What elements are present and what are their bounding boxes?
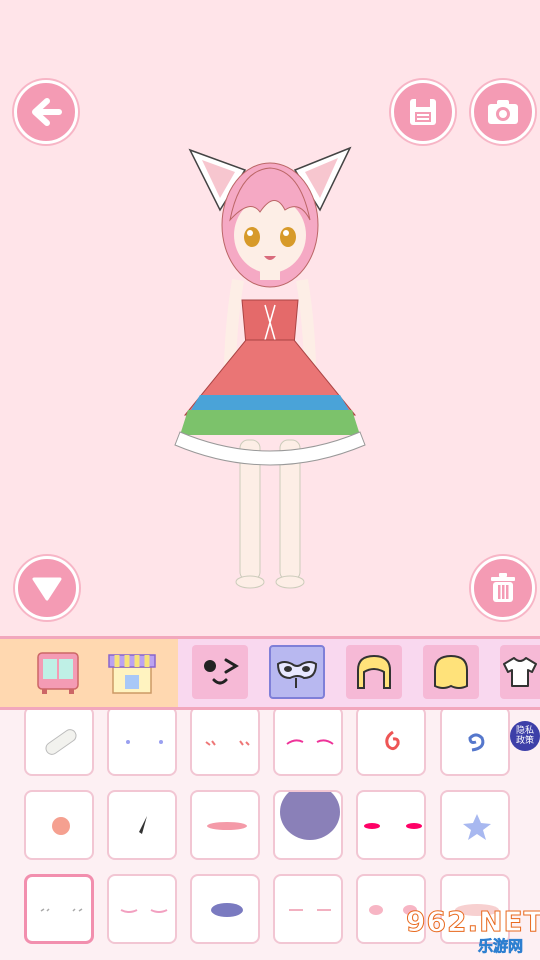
- arrow-left-icon: [32, 98, 62, 126]
- pink-blush-item-icon: [207, 822, 247, 830]
- shop-stall-icon: [108, 654, 156, 694]
- category-back-hair[interactable]: [423, 645, 479, 699]
- watermark-number: 962.NET: [406, 905, 540, 939]
- swirl-red-icon: [385, 730, 400, 751]
- category-area: [178, 639, 540, 707]
- shirt-icon: [503, 657, 537, 687]
- avatar-stage: [0, 0, 540, 636]
- grid-item-peach-dot[interactable]: [24, 790, 94, 860]
- triangle-down-icon: [32, 577, 62, 601]
- save-button[interactable]: [391, 80, 455, 144]
- back-hair-icon: [434, 654, 468, 689]
- bandage-item-icon: [45, 729, 77, 755]
- shop-area: [0, 639, 178, 707]
- swirl-blue-icon: [468, 733, 485, 752]
- grid-item-dark-mark[interactable]: [107, 790, 177, 860]
- faint-lashes-item-icon: [40, 908, 83, 912]
- purple-shadow-item-icon: [280, 792, 340, 840]
- grid-item-light-lines[interactable]: [273, 874, 343, 944]
- category-clothes[interactable]: [500, 645, 540, 699]
- grid-item-swirl-red[interactable]: [356, 710, 426, 776]
- brows-item-icon: [286, 739, 334, 745]
- blush-lines-item-icon: [205, 740, 250, 746]
- camera-button[interactable]: [471, 80, 535, 144]
- blue-blob-item-icon: [211, 903, 243, 917]
- grid-item-brows[interactable]: [273, 710, 343, 776]
- collapse-button[interactable]: [15, 556, 79, 620]
- site-watermark: 962.NET 乐游网: [400, 905, 540, 960]
- grid-item-blue-blob[interactable]: [190, 874, 260, 944]
- grid-item-blush-lines[interactable]: [190, 710, 260, 776]
- front-hair-icon: [357, 654, 391, 689]
- avatar-character: [174, 146, 366, 589]
- mask-icon: [276, 661, 318, 688]
- category-toolbar: [0, 636, 540, 710]
- peach-dot-item-icon: [52, 817, 70, 835]
- grid-item-sparkle-dots[interactable]: [107, 710, 177, 776]
- shop-button[interactable]: [104, 645, 160, 699]
- category-face-expression[interactable]: [192, 645, 248, 699]
- grid-item-faint-lashes[interactable]: [24, 874, 94, 944]
- camera-icon: [488, 100, 518, 124]
- watermark-subtitle: 乐游网: [478, 937, 524, 956]
- grid-item-pink-lines[interactable]: [107, 874, 177, 944]
- blue-star-item-icon: [463, 814, 491, 840]
- grid-item-swirl-blue[interactable]: [440, 710, 510, 776]
- face-icon: [204, 658, 239, 685]
- red-cheeks-item-icon: [364, 823, 422, 829]
- light-lines-item-icon: [289, 909, 331, 911]
- grid-item-blue-star[interactable]: [440, 790, 510, 860]
- grid-item-red-cheeks[interactable]: [356, 790, 426, 860]
- dark-mark-item-icon: [139, 816, 147, 834]
- grid-item-pink-blush[interactable]: [190, 790, 260, 860]
- trash-icon: [491, 573, 515, 602]
- grid-item-purple-shadow[interactable]: [273, 790, 343, 860]
- grid-item-bandage[interactable]: [24, 710, 94, 776]
- sparkle-dots-item-icon: [126, 740, 163, 744]
- back-button[interactable]: [14, 80, 78, 144]
- wardrobe-icon: [37, 652, 79, 694]
- pink-lines-item-icon: [120, 909, 168, 913]
- category-mask[interactable]: [269, 645, 325, 699]
- category-front-hair[interactable]: [346, 645, 402, 699]
- save-icon: [410, 99, 436, 125]
- wardrobe-button[interactable]: [30, 645, 86, 699]
- privacy-policy-button[interactable]: 隐私 政策: [510, 721, 540, 751]
- delete-button[interactable]: [471, 556, 535, 620]
